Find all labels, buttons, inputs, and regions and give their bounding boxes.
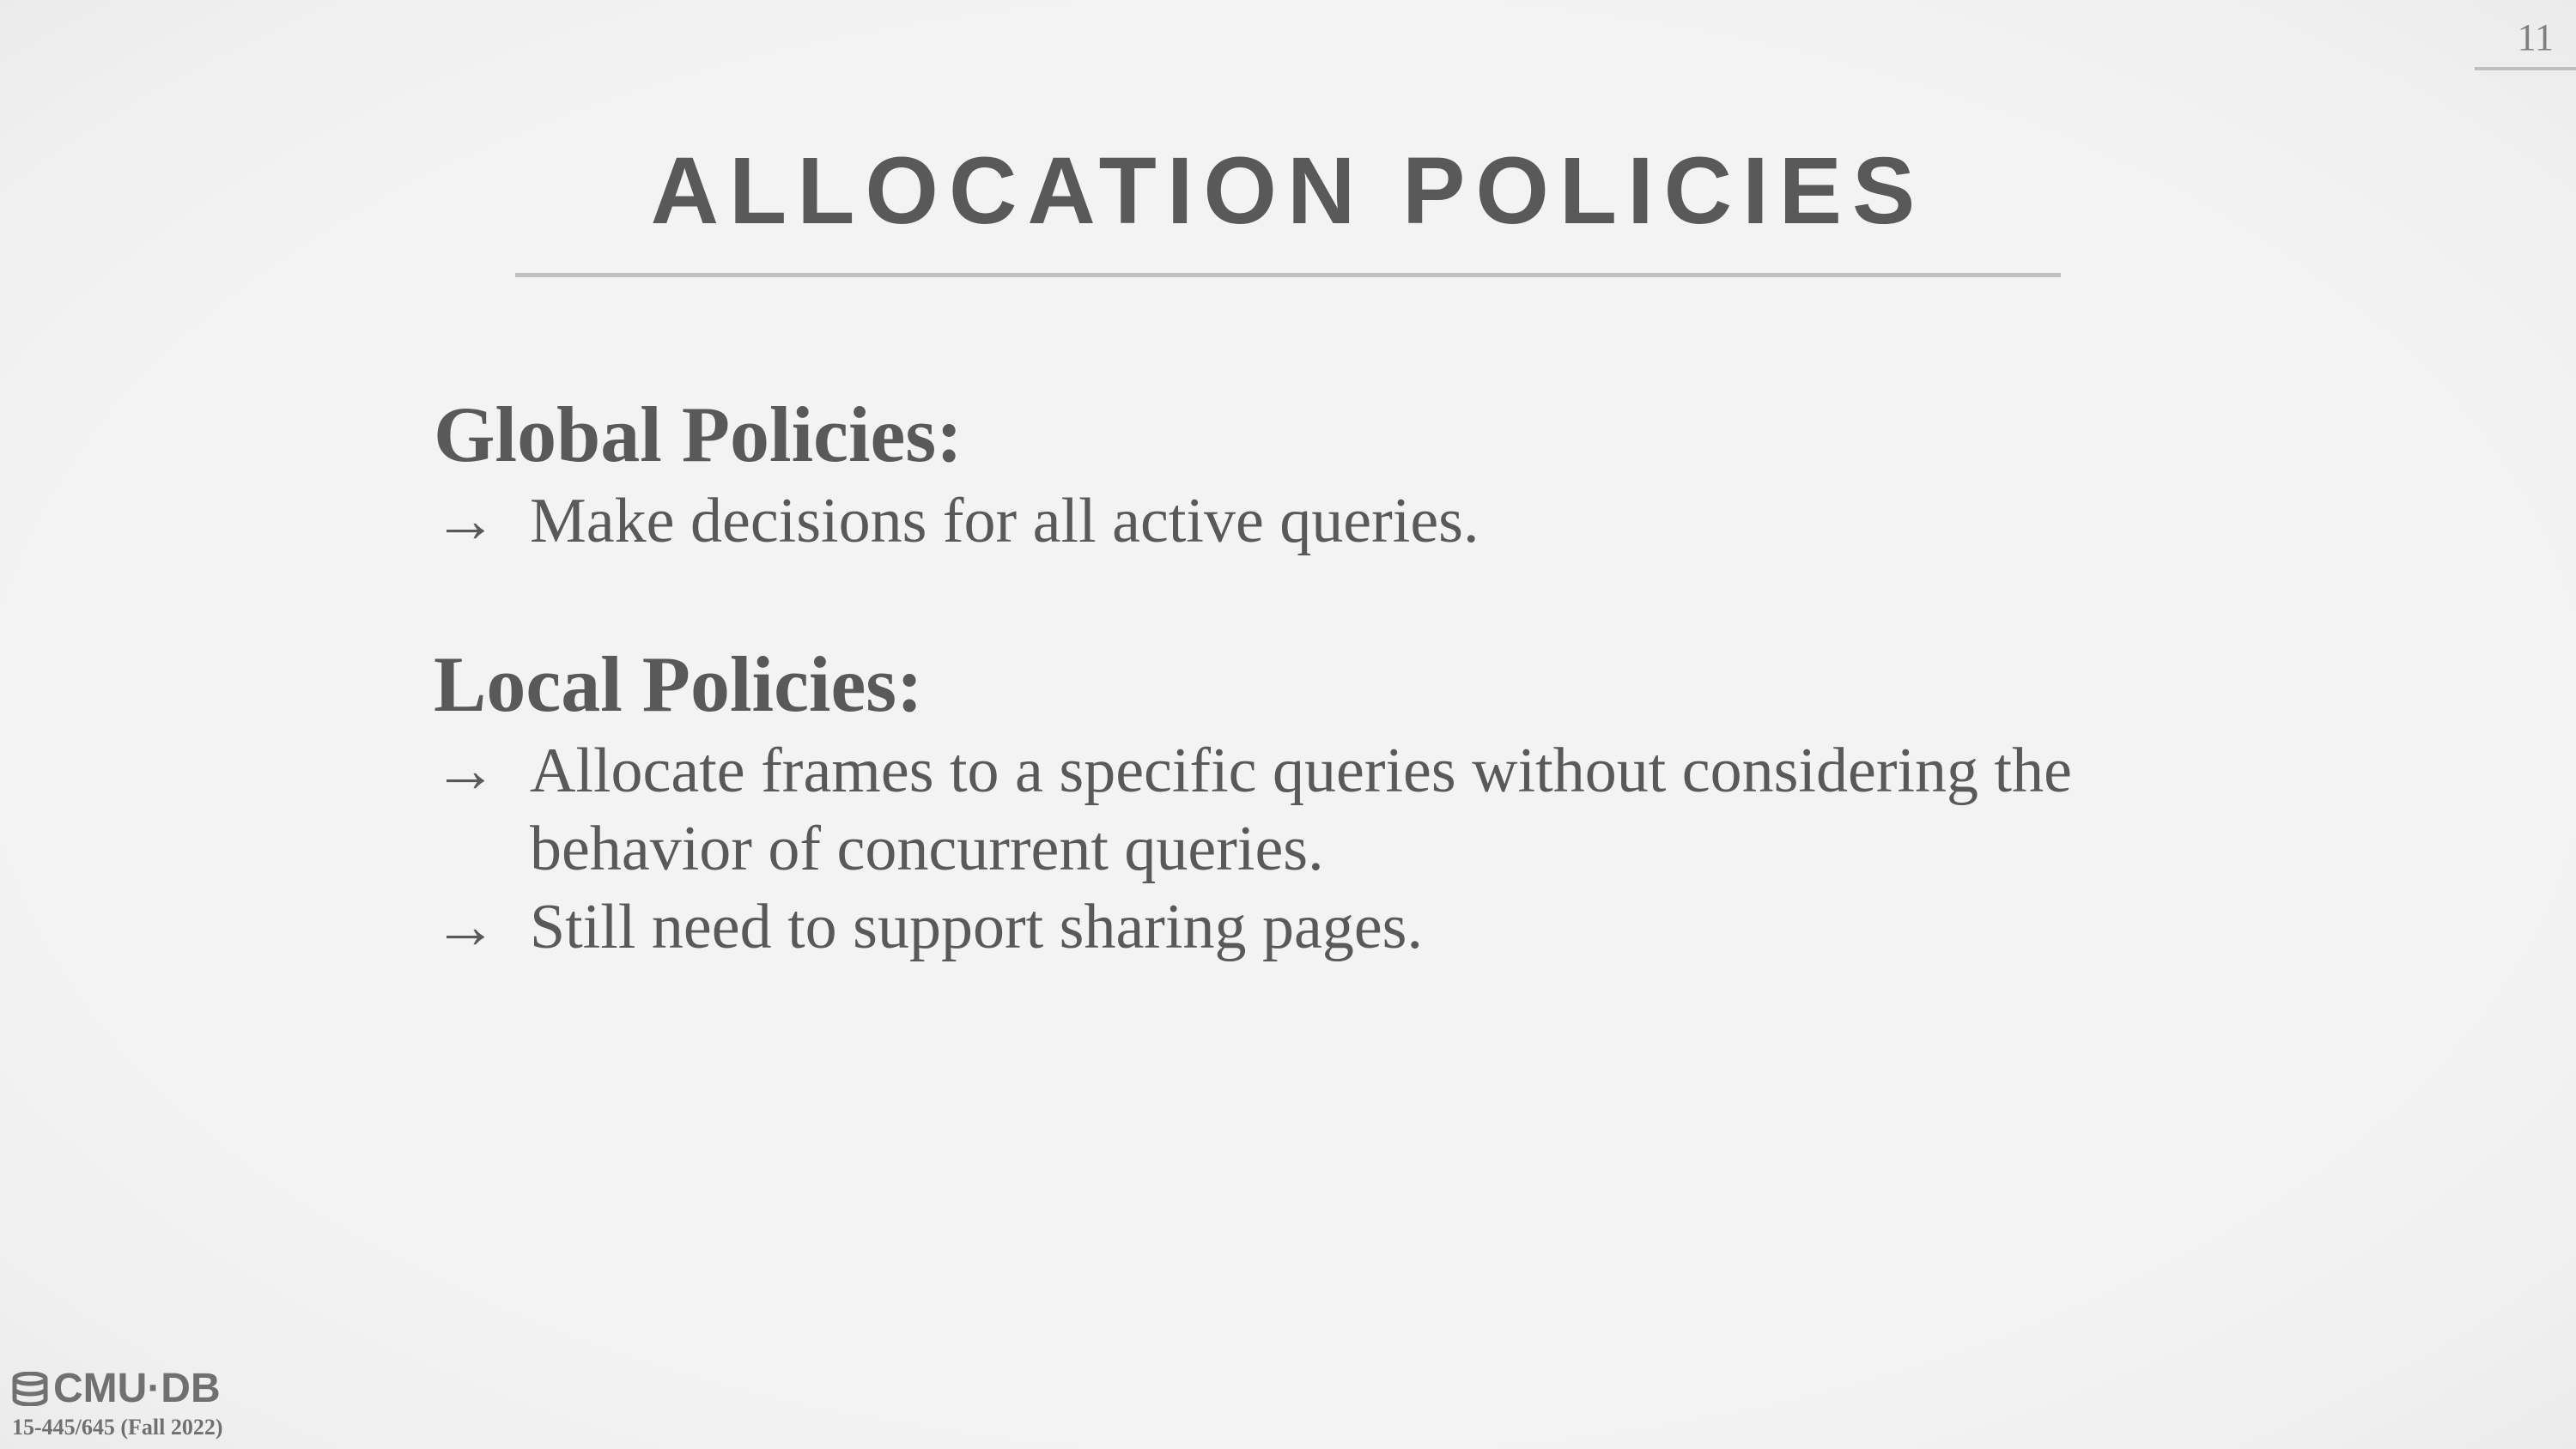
slide-content: Global Policies: → Make decisions for al…: [434, 386, 2237, 967]
arrow-icon: →: [434, 892, 497, 962]
cmu-db-logo: CMU·DB: [12, 1365, 221, 1412]
course-label: 15-445/645 (Fall 2022): [12, 1415, 223, 1440]
bullet-item: → Allocate frames to a specific queries …: [434, 732, 2237, 888]
arrow-icon: →: [434, 736, 497, 806]
slide-number-rule: [2475, 67, 2576, 70]
logo-text: CMU·DB: [53, 1366, 221, 1411]
slide-number: 11: [2517, 16, 2554, 58]
title-underline: [515, 273, 2061, 277]
section-heading-local: Local Policies:: [434, 640, 923, 728]
bullet-text: Still need to support sharing pages.: [530, 892, 1423, 962]
arrow-icon: →: [434, 486, 497, 556]
bullet-text: Make decisions for all active queries.: [530, 486, 1479, 556]
database-icon: [12, 1371, 48, 1406]
bullet-item: → Make decisions for all active queries.: [434, 482, 2237, 561]
bullet-item: → Still need to support sharing pages.: [434, 888, 2237, 967]
bullet-text: Allocate frames to a specific queries wi…: [530, 736, 2072, 884]
slide: 11 ALLOCATION POLICIES Global Policies: …: [0, 0, 2576, 1449]
slide-title: ALLOCATION POLICIES: [650, 138, 1926, 244]
section-heading-global: Global Policies:: [434, 391, 963, 478]
